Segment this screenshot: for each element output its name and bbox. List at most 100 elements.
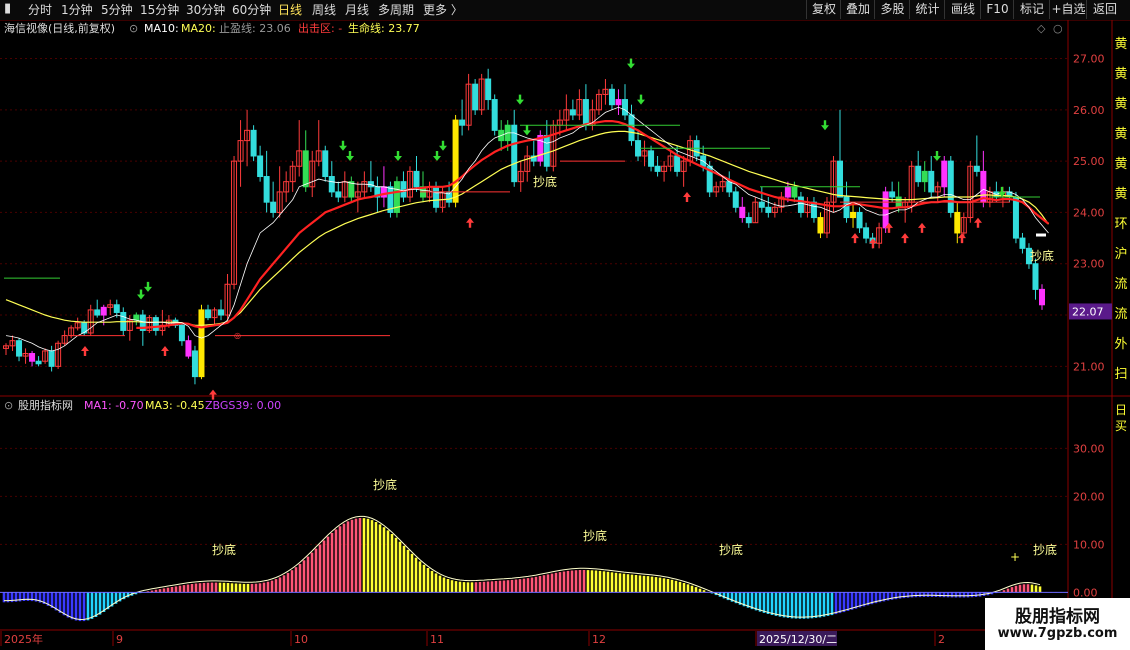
buy-arrow-icon <box>958 233 966 244</box>
watermark-url: www.7gpzb.com <box>997 626 1118 641</box>
price-tick-label: 23.00 <box>1073 258 1105 271</box>
right-edge-char: 黄 <box>1114 187 1127 202</box>
candle-body <box>472 83 479 111</box>
buy-arrow-icon <box>851 233 859 244</box>
candle-body <box>882 191 889 229</box>
candle-body <box>889 191 896 198</box>
candle-body <box>263 176 270 203</box>
candle-body <box>459 119 466 126</box>
price-tick-label: 25.00 <box>1073 155 1105 168</box>
candle-body <box>648 150 655 167</box>
candle-body <box>915 165 922 183</box>
candle-body <box>569 109 576 116</box>
candle-body <box>16 340 23 357</box>
buy-arrow-icon <box>209 389 217 400</box>
buy-arrow-icon <box>81 345 89 356</box>
time-axis-label: 2 <box>938 633 945 646</box>
candle-body <box>582 99 589 126</box>
sell-arrow-icon <box>637 94 645 105</box>
candle-body <box>621 99 628 116</box>
right-edge-char: 流 <box>1114 277 1127 292</box>
kline-chart[interactable]: 27.0026.0025.0024.0023.0022.0021.0022.07… <box>0 0 1130 650</box>
buy-arrow-icon <box>466 217 474 228</box>
indicator-curve <box>4 515 1041 621</box>
candle-body <box>1039 288 1045 306</box>
buy-arrow-icon <box>974 217 982 228</box>
price-tick-label: 26.00 <box>1073 104 1105 117</box>
sell-arrow-icon <box>523 125 531 136</box>
right-edge-char: 沪 <box>1114 246 1127 262</box>
bottom-signal-label: 抄底 <box>212 542 236 557</box>
time-axis-label: 12 <box>592 633 606 646</box>
candle-body <box>257 155 264 178</box>
candle-body <box>635 140 642 157</box>
sell-arrow-icon <box>339 140 347 151</box>
sell-arrow-icon <box>439 140 447 151</box>
candle-body <box>973 165 980 172</box>
candle-body <box>302 150 309 188</box>
candle-body <box>94 309 101 316</box>
sell-arrow-icon <box>346 151 354 161</box>
candle-body <box>270 201 277 213</box>
candle-body <box>178 324 185 342</box>
candle-body <box>954 211 961 234</box>
candle-body <box>413 170 420 188</box>
right-edge-char: 环 <box>1114 217 1127 232</box>
candle-body <box>765 206 772 213</box>
mark-icon: ◎ <box>234 331 241 340</box>
watermark-title: 股朋指标网 <box>1015 607 1100 627</box>
plus-icon: + <box>1010 550 1020 564</box>
candle-body <box>48 350 55 367</box>
candle-body <box>837 160 844 198</box>
candle-body <box>941 160 948 188</box>
candle-body <box>191 350 198 378</box>
sell-arrow-icon <box>433 151 441 161</box>
buy-arrow-icon <box>161 345 169 356</box>
last-price-tag: 22.07 <box>1072 305 1104 318</box>
candle-body <box>1012 196 1019 239</box>
candle-body <box>843 196 850 219</box>
current-price-marker <box>1036 233 1046 237</box>
candle-body <box>784 186 791 198</box>
bottom-signal-label: 抄底 <box>373 477 397 492</box>
sell-arrow-icon <box>627 58 635 69</box>
time-axis-label: 2025/12/30/二 <box>759 633 837 646</box>
right-edge-char: 黄 <box>1114 67 1127 82</box>
candle-body <box>133 314 140 321</box>
sub-tick-label: 20.00 <box>1073 490 1105 503</box>
candle-body <box>198 309 205 378</box>
ma20-line <box>136 120 1050 329</box>
bottom-signal-label: 抄底 <box>533 174 557 189</box>
candle-body <box>856 211 863 229</box>
candle-body <box>485 78 492 101</box>
sell-arrow-icon <box>144 281 152 292</box>
candle-body <box>452 119 459 203</box>
candle-body <box>863 227 870 239</box>
sell-arrow-icon <box>394 151 402 161</box>
candle-body <box>850 211 857 219</box>
candle-body <box>758 201 765 208</box>
candle-body <box>674 155 681 172</box>
bottom-signal-label: 抄底 <box>1033 542 1057 557</box>
candle-body <box>348 181 355 198</box>
price-tick-label: 21.00 <box>1073 360 1105 373</box>
buy-arrow-icon <box>918 222 926 233</box>
sub-tick-label: 30.00 <box>1073 442 1105 455</box>
candle-body <box>947 160 954 213</box>
time-axis-label: 11 <box>430 633 444 646</box>
candle-body <box>817 217 824 234</box>
candle-body <box>322 150 329 178</box>
candle-body <box>433 186 440 208</box>
bottom-signal-label: 抄底 <box>719 542 743 557</box>
sell-arrow-icon <box>933 151 941 161</box>
candle-body <box>152 317 159 331</box>
sell-arrow-icon <box>516 94 524 105</box>
candle-body <box>745 217 752 224</box>
candle-body <box>491 99 498 131</box>
right-edge-char: 扫 <box>1114 367 1127 382</box>
buy-arrow-icon <box>901 233 909 244</box>
sell-arrow-icon <box>821 120 829 131</box>
candle-body <box>797 196 804 213</box>
right-edge-char: 黄 <box>1114 157 1127 172</box>
time-axis-label: 10 <box>294 633 308 646</box>
